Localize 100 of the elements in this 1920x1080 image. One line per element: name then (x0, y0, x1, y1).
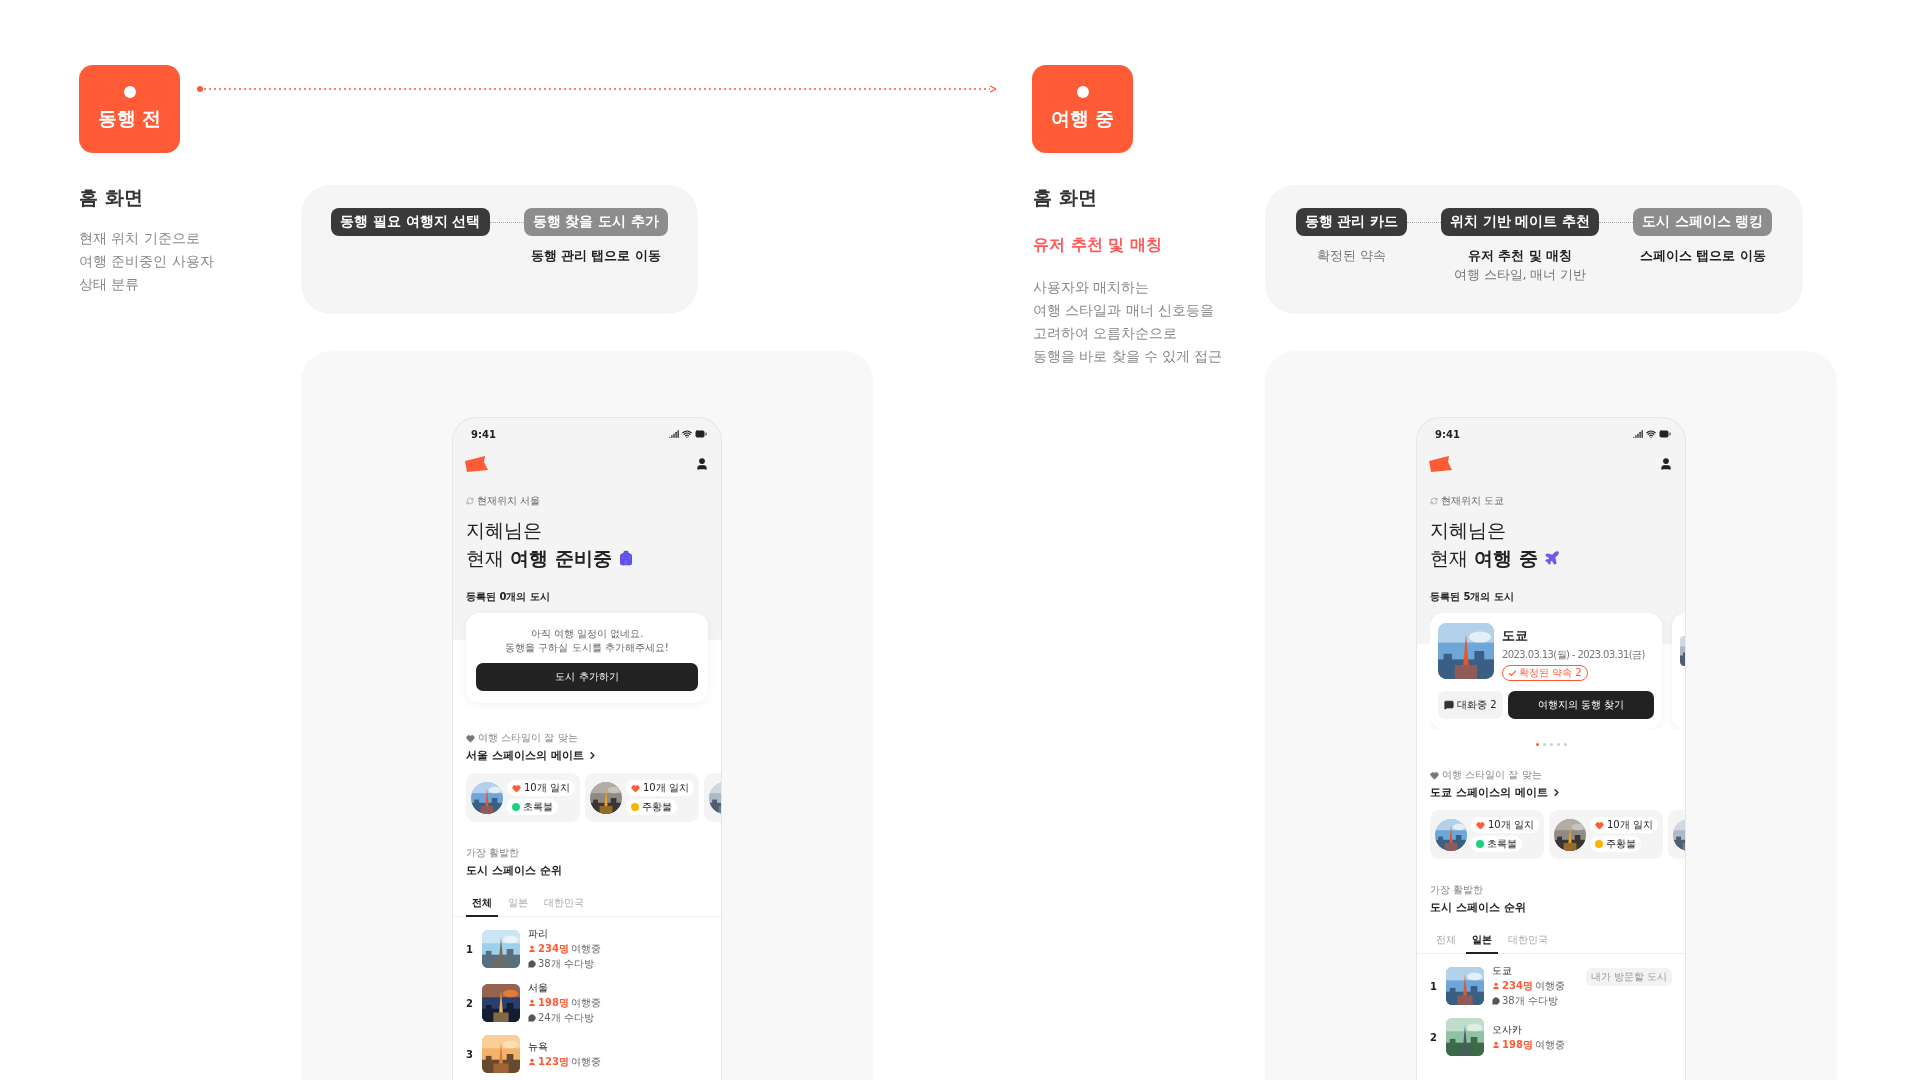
mate-card[interactable]: 10개 일치 주황불 (1548, 810, 1663, 859)
chat-room-count: 38개 수다방 (538, 957, 594, 971)
check-icon (1508, 668, 1517, 678)
manner-pill: 초록불 (1471, 836, 1522, 852)
heart-icon (466, 733, 475, 743)
section-subtitle: 여행 스타일이 잘 맞는 (1442, 768, 1542, 782)
traveler-count: 198명 (538, 996, 569, 1010)
flow-step-chip: 위치 기반 메이트 추천 (1440, 208, 1600, 236)
person-icon (528, 999, 536, 1007)
chat-bubble-icon (1492, 997, 1500, 1005)
feature-highlight: 유저 추천 및 매칭 (1033, 235, 1162, 256)
person-icon (1492, 1040, 1500, 1049)
match-pill: 10개 일치 (1589, 817, 1658, 833)
description-text: 동행을 바로 찾을 수 있게 접근 (1033, 347, 1223, 366)
signal-icon (669, 429, 679, 439)
current-location: 현재위치 서울 (477, 494, 541, 508)
flow-step-chip: 동행 찾을 도시 추가 (523, 208, 668, 236)
heart-icon (630, 783, 640, 793)
city-name: 서울 (528, 981, 549, 995)
flow-step-chip: 도시 스페이스 랭킹 (1633, 208, 1773, 236)
traveler-count: 234명 (538, 942, 569, 956)
mate-card[interactable]: 10개 일치 초록불 (466, 773, 580, 822)
signal-icon (1633, 429, 1643, 439)
travel-status-title: 현재 여행 준비중 (466, 546, 612, 571)
description-text: 사용자와 매치하는 (1033, 278, 1150, 297)
chat-button[interactable]: 대화중 2 (1438, 691, 1503, 719)
mate-card[interactable]: 10개 일치 초록불 (1430, 810, 1544, 859)
description-text: 여행 스타일과 매너 신호등을 (1033, 301, 1214, 320)
screen-heading: 홈 화면 (1033, 185, 1097, 210)
profile-icon[interactable] (1659, 457, 1673, 471)
current-location: 현재위치 도쿄 (1441, 494, 1505, 508)
person-icon (528, 945, 536, 953)
traveler-label: 여행중 (1534, 1037, 1565, 1052)
page-dot[interactable] (1563, 743, 1567, 746)
person-icon (1492, 982, 1500, 990)
stage-badge: 동행 전 (79, 65, 180, 153)
page-dot[interactable] (1556, 743, 1560, 746)
rank-number: 1 (1430, 980, 1438, 992)
traveler-count: 123명 (538, 1054, 569, 1069)
travel-status-title: 현재 여행 중 (1430, 546, 1538, 571)
add-city-button[interactable]: 도시 추가하기 (476, 663, 698, 691)
refresh-icon[interactable] (466, 497, 474, 505)
heart-icon (1594, 820, 1604, 830)
section-title: 도쿄 스페이스의 메이트 (1430, 785, 1548, 800)
rank-number: 2 (466, 997, 474, 1009)
page-dot[interactable] (1535, 743, 1539, 746)
step-caption: 스페이스 탭으로 이동 (1639, 248, 1766, 265)
city-name: 뉴욕 (528, 1039, 549, 1054)
city-name: 도쿄 (1492, 964, 1513, 978)
traveler-label: 여행중 (570, 1054, 601, 1069)
description-text: 현재 위치 기준으로 (79, 229, 200, 248)
manner-pill: 초록불 (507, 799, 558, 815)
traveler-count: 234명 (1502, 979, 1533, 993)
logo-icon (465, 456, 489, 472)
chat-room-count: 38개 수다방 (1502, 994, 1558, 1008)
empty-message: 동행을 구하실 도시를 추가해주세요! (505, 641, 669, 655)
status-time: 9:41 (471, 428, 496, 440)
traveler-count: 198명 (1502, 1037, 1533, 1052)
cities-count-label: 등록된 5개의 도시 (1430, 590, 1515, 604)
step-note: 확정된 약속 (1316, 248, 1386, 265)
mate-card[interactable]: 10개 일치 주황불 (584, 773, 699, 822)
traveler-label: 여행중 (570, 942, 601, 956)
manner-pill: 주황불 (1589, 836, 1641, 852)
match-pill: 10개 일치 (507, 780, 575, 796)
ranking-tab[interactable]: 일본 (1466, 929, 1498, 954)
traveler-label: 여행중 (1534, 979, 1565, 993)
wifi-icon (682, 429, 692, 439)
page-dot[interactable] (1549, 743, 1553, 746)
visit-tag: 내가 방문할 도시 (1585, 968, 1672, 986)
battery-icon (695, 428, 707, 440)
person-icon (528, 1057, 536, 1066)
city-name: 도쿄 (1502, 627, 1529, 645)
description-text: 상태 분류 (79, 275, 140, 294)
rank-number: 2 (1430, 1031, 1438, 1043)
battery-icon (1659, 428, 1671, 440)
section-subtitle: 여행 스타일이 잘 맞는 (478, 731, 578, 745)
traveler-label: 여행중 (570, 996, 601, 1010)
section-title: 서울 스페이스의 메이트 (466, 748, 584, 763)
section-subtitle: 가장 활발한 (466, 846, 520, 860)
rank-number: 1 (466, 943, 474, 955)
section-subtitle: 가장 활발한 (1430, 883, 1484, 897)
chat-bubble-icon (528, 1014, 536, 1022)
greeting-title: 지혜님은 (466, 518, 543, 543)
empty-message: 아직 여행 일정이 없네요. (530, 627, 644, 641)
find-companion-button[interactable]: 여행지의 동행 찾기 (1507, 691, 1654, 719)
city-name: 파리 (528, 927, 549, 941)
stage-badge: 여행 중 (1032, 65, 1133, 153)
profile-icon[interactable] (695, 457, 709, 471)
refresh-icon[interactable] (1430, 497, 1438, 505)
city-name: 오사카 (1492, 1022, 1523, 1037)
page-dot[interactable] (1542, 743, 1546, 746)
chat-icon (1444, 700, 1454, 710)
description-text: 여행 준비중인 사용자 (79, 252, 214, 271)
ranking-tab[interactable]: 전체 (466, 892, 498, 917)
cities-count-label: 등록된 0개의 도시 (466, 590, 551, 604)
logo-icon (1429, 456, 1453, 472)
match-pill: 10개 일치 (625, 780, 694, 796)
screen-heading: 홈 화면 (79, 185, 143, 210)
heart-icon (1476, 820, 1485, 830)
section-title: 도시 스페이스 순위 (466, 863, 562, 878)
